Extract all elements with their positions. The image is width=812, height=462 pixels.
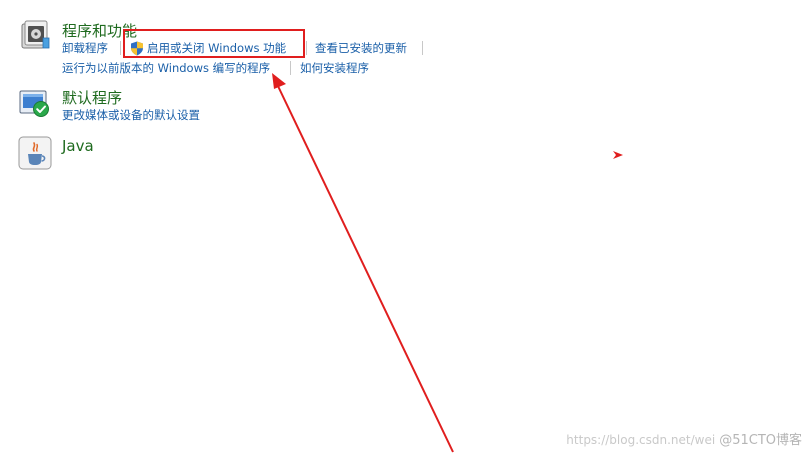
control-panel-programs-page: 程序和功能 卸载程序 启用或关闭 Windows 功能 查看已安装的更新 运行为…	[0, 0, 812, 462]
annotation-arrowhead	[272, 73, 286, 89]
annotation-arrow-line	[276, 83, 454, 453]
watermark: https://blog.csdn.net/wei @51CTO博客	[566, 429, 802, 448]
watermark-brand: @51CTO博客	[719, 433, 802, 448]
annotation-overlay	[272, 73, 623, 453]
annotation-small-arrowhead	[613, 151, 623, 159]
watermark-url: https://blog.csdn.net/wei	[566, 433, 716, 447]
